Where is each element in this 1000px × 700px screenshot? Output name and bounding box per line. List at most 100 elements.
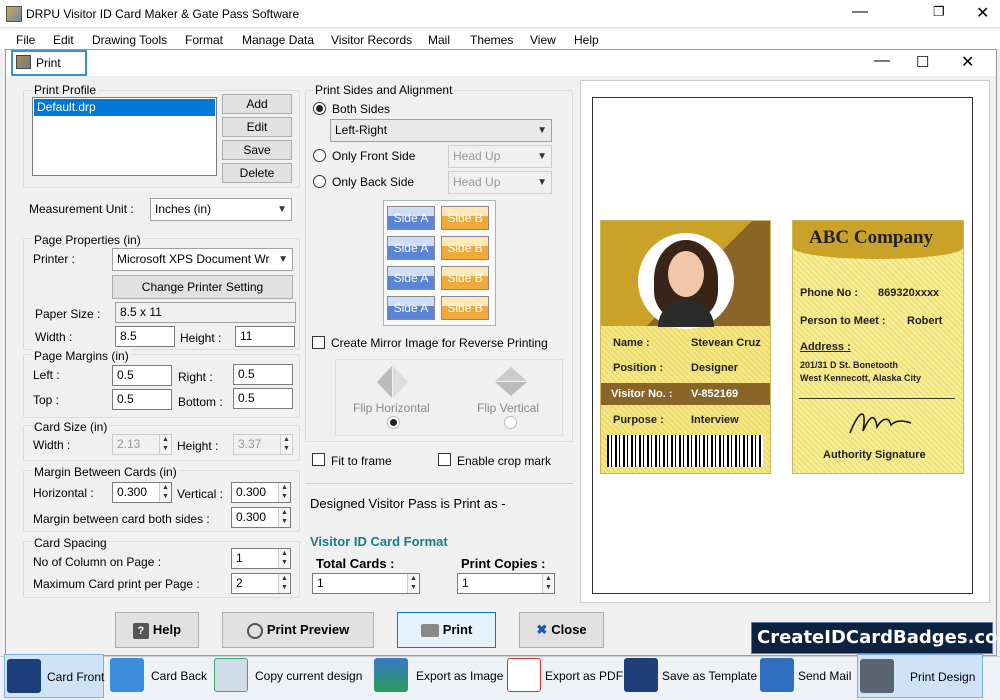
- export-image-tool[interactable]: Export as Image: [372, 654, 503, 698]
- export-pdf-tool[interactable]: Export as PDF: [505, 654, 623, 698]
- save-template-tool[interactable]: Save as Template: [622, 654, 757, 698]
- flip-horizontal-radio: [387, 416, 400, 429]
- side-a-3: Side A: [387, 266, 435, 290]
- menu-format[interactable]: Format: [185, 33, 223, 47]
- edit-button[interactable]: Edit: [222, 117, 292, 137]
- spinner-icon[interactable]: ▲ ▼: [278, 483, 290, 502]
- flip-vertical-icon-mirror: [495, 382, 527, 396]
- height-field[interactable]: 11: [235, 326, 295, 347]
- front-side-label: Only Front Side: [332, 149, 416, 163]
- side-b-4: Side B: [441, 296, 489, 320]
- company-name: ABC Company: [809, 227, 934, 248]
- flip-vertical-radio: [504, 416, 517, 429]
- spinner-icon: ▲ ▼: [159, 435, 171, 454]
- save-button[interactable]: Save: [222, 140, 292, 160]
- dialog-close-icon[interactable]: ✕: [961, 52, 974, 72]
- back-side-value: Head Up: [453, 175, 501, 189]
- add-button[interactable]: Add: [222, 94, 292, 114]
- menu-mail[interactable]: Mail: [428, 33, 450, 47]
- app-icon: [6, 6, 22, 22]
- mirror-label: Create Mirror Image for Reverse Printing: [331, 336, 548, 350]
- menu-themes[interactable]: Themes: [470, 33, 513, 47]
- menu-edit[interactable]: Edit: [53, 33, 74, 47]
- menu-file[interactable]: File: [16, 33, 35, 47]
- print-icon: [16, 55, 31, 69]
- help-button[interactable]: ? Help: [115, 612, 199, 648]
- card-back-tool[interactable]: Card Back: [108, 654, 208, 698]
- close-label: Close: [551, 622, 587, 637]
- columns-value: 1: [236, 551, 243, 565]
- print-copies-field[interactable]: 1 ▲ ▼: [457, 573, 555, 594]
- spinner-icon[interactable]: ▲ ▼: [278, 508, 290, 527]
- menu-visitor-records[interactable]: Visitor Records: [331, 33, 412, 47]
- menu-bar: File Edit Drawing Tools Format Manage Da…: [0, 29, 1000, 49]
- spinner-icon[interactable]: ▲ ▼: [278, 549, 290, 568]
- fit-frame-checkbox[interactable]: [312, 453, 325, 466]
- crop-mark-checkbox[interactable]: [438, 453, 451, 466]
- close-button[interactable]: ✖ Close: [519, 612, 604, 648]
- menu-drawing-tools[interactable]: Drawing Tools: [92, 33, 167, 47]
- divider: [305, 483, 573, 484]
- paper-size-field[interactable]: 8.5 x 11: [115, 302, 296, 323]
- right-margin-field[interactable]: 0.5: [233, 364, 293, 385]
- vertical-field[interactable]: 0.300 ▲ ▼: [231, 482, 291, 503]
- side-a-2: Side A: [387, 236, 435, 260]
- max-cards-field[interactable]: 2 ▲ ▼: [231, 573, 291, 594]
- spinner-icon[interactable]: ▲ ▼: [542, 574, 554, 593]
- card-width-field: 2.13 ▲ ▼: [112, 434, 172, 455]
- fit-frame-label: Fit to frame: [331, 454, 392, 468]
- delete-button[interactable]: Delete: [222, 163, 292, 183]
- copy-design-icon: [214, 658, 248, 692]
- left-margin-field[interactable]: 0.5: [112, 365, 172, 386]
- export-image-icon: [374, 658, 408, 692]
- card-size-label: Card Size (in): [32, 420, 110, 434]
- mirror-checkbox[interactable]: [312, 336, 325, 349]
- back-side-radio[interactable]: [313, 175, 326, 188]
- spinner-icon[interactable]: ▲ ▼: [278, 574, 290, 593]
- card-front-tool[interactable]: Card Front: [4, 654, 104, 698]
- visitor-photo: [638, 233, 734, 329]
- columns-field[interactable]: 1 ▲ ▼: [231, 548, 291, 569]
- both-sides-select[interactable]: Left-Right ▼: [330, 119, 552, 142]
- bottom-margin-field[interactable]: 0.5: [233, 388, 293, 409]
- print-button[interactable]: Print: [397, 612, 496, 648]
- spinner-icon[interactable]: ▲ ▼: [407, 574, 419, 593]
- both-sides-radio[interactable]: [313, 102, 326, 115]
- width-field[interactable]: 8.5: [115, 326, 175, 347]
- measurement-select[interactable]: Inches (in) ▼: [150, 198, 292, 221]
- printer-value: Microsoft XPS Document Wr: [117, 252, 270, 266]
- visitor-no-label: Visitor No. :: [611, 388, 673, 400]
- horizontal-field[interactable]: 0.300 ▲ ▼: [112, 482, 172, 503]
- printer-select[interactable]: Microsoft XPS Document Wr ▼: [112, 248, 293, 271]
- flip-horizontal-label: Flip Horizontal: [353, 401, 430, 415]
- menu-manage-data[interactable]: Manage Data: [242, 33, 314, 47]
- authority-signature-label: Authority Signature: [823, 449, 926, 461]
- profile-list[interactable]: Default.drp: [32, 97, 217, 176]
- profile-list-item[interactable]: Default.drp: [34, 99, 215, 116]
- change-printer-button[interactable]: Change Printer Setting: [112, 275, 293, 299]
- total-cards-label: Total Cards :: [316, 556, 395, 571]
- back-side-select: Head Up ▼: [448, 171, 552, 194]
- close-app-icon[interactable]: ✕: [976, 3, 989, 23]
- print-preview-button[interactable]: Print Preview: [222, 612, 374, 648]
- copy-design-tool[interactable]: Copy current design: [212, 654, 368, 698]
- restore-icon[interactable]: ❐: [933, 4, 945, 20]
- send-mail-tool[interactable]: Send Mail: [758, 654, 854, 698]
- dialog-maximize-icon[interactable]: ☐: [916, 53, 929, 71]
- dialog-minimize-icon[interactable]: —: [874, 52, 890, 70]
- print-design-icon: [860, 659, 894, 693]
- app-title: DRPU Visitor ID Card Maker & Gate Pass S…: [26, 7, 300, 21]
- print-design-tool[interactable]: Print Design: [857, 654, 983, 698]
- card-back-icon: [110, 658, 144, 692]
- page-margins-label: Page Margins (in): [32, 349, 131, 363]
- menu-help[interactable]: Help: [574, 33, 599, 47]
- spinner-icon[interactable]: ▲ ▼: [159, 483, 171, 502]
- both-sides-margin-field[interactable]: 0.300 ▲ ▼: [231, 507, 291, 528]
- front-side-radio[interactable]: [313, 149, 326, 162]
- address-line1: 201/31 D St. Bonetooth: [800, 360, 899, 370]
- total-cards-field[interactable]: 1 ▲ ▼: [312, 573, 420, 594]
- minimize-icon[interactable]: —: [852, 3, 868, 21]
- measurement-value: Inches (in): [155, 202, 212, 216]
- top-margin-field[interactable]: 0.5: [112, 389, 172, 410]
- menu-view[interactable]: View: [530, 33, 556, 47]
